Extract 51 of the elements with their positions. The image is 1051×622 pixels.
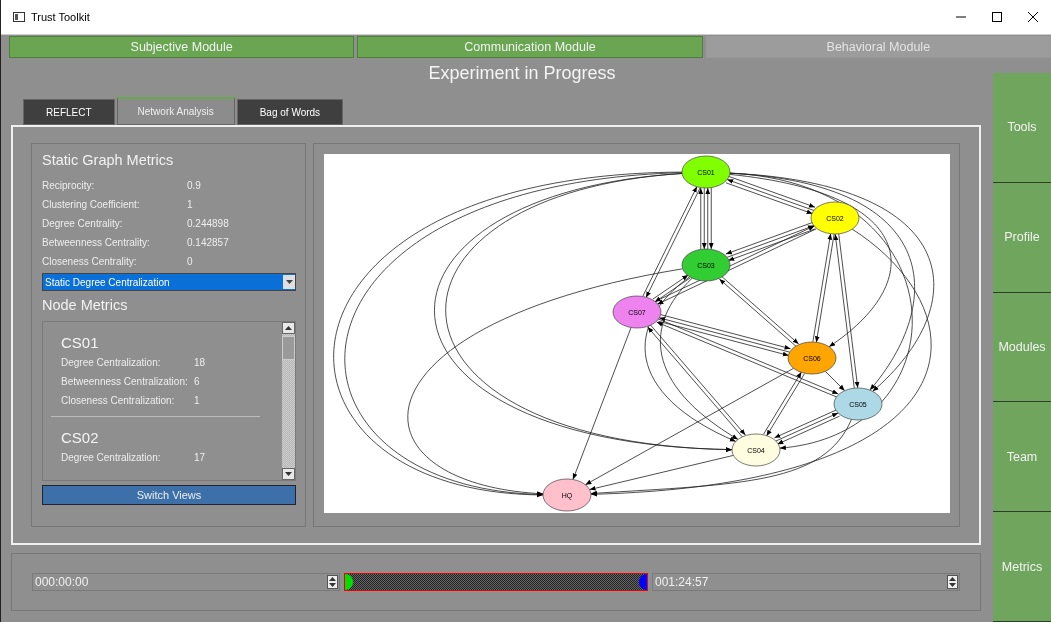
close-icon[interactable] <box>1028 12 1038 22</box>
time-range-slider[interactable] <box>344 573 648 591</box>
scrollbar[interactable] <box>282 322 295 480</box>
app-icon <box>13 12 25 22</box>
end-time-field[interactable]: 001:24:57 <box>652 573 960 591</box>
status-heading: Experiment in Progress <box>427 62 617 85</box>
dropdown-arrow-icon <box>285 280 293 284</box>
scroll-down-icon <box>285 472 292 476</box>
metric-value: 6 <box>194 376 200 387</box>
section-title: Node Metrics <box>42 297 129 313</box>
window-title: Trust Toolkit <box>31 11 91 23</box>
metric-label: Degree Centralization: <box>61 452 162 463</box>
metric-label: Reciprocity: <box>42 180 96 191</box>
metric-label: Clustering Coefficient: <box>42 199 141 210</box>
maximize-icon[interactable] <box>992 12 1002 22</box>
side-nav-button[interactable]: Modules <box>993 292 1051 403</box>
metric-value: 1 <box>194 395 200 406</box>
range-handle[interactable] <box>345 574 353 590</box>
range-handle[interactable] <box>639 574 647 590</box>
metric-label: Betweenness Centralization: <box>61 376 189 387</box>
node-name: CS01 <box>61 334 100 351</box>
view-tab[interactable]: Bag of Words <box>236 99 344 125</box>
metric-value: 0.142857 <box>187 237 229 248</box>
side-nav-button[interactable]: Metrics <box>993 512 1051 622</box>
scrollbar-thumb[interactable] <box>282 336 295 360</box>
metric-value: 18 <box>194 357 206 368</box>
switch-views-button[interactable]: Switch Views <box>42 485 296 505</box>
spin-arrows-icon <box>329 577 336 587</box>
metric-dropdown[interactable]: Static Degree Centralization <box>42 273 296 291</box>
module-tab[interactable]: Subjective Module <box>9 36 355 58</box>
metric-value: 17 <box>194 452 206 463</box>
side-nav-button[interactable]: Team <box>993 402 1051 513</box>
node-name: CS02 <box>61 429 100 446</box>
scroll-up-icon <box>285 326 292 330</box>
module-tab[interactable]: Communication Module <box>357 36 703 58</box>
metric-label: Closeness Centralization: <box>61 395 176 406</box>
metric-label: Betweenness Centrality: <box>42 237 151 248</box>
metric-label: Closeness Centrality: <box>42 256 138 267</box>
metric-label: Degree Centrality: <box>42 218 124 229</box>
metric-value: 0 <box>187 256 193 267</box>
metric-value: 0.9 <box>187 180 201 191</box>
side-nav-button[interactable]: Tools <box>993 73 1051 183</box>
metric-label: Degree Centralization: <box>61 357 162 368</box>
view-tab[interactable]: REFLECT <box>23 99 115 125</box>
spin-arrows-icon <box>949 577 956 587</box>
section-title: Static Graph Metrics <box>42 152 175 168</box>
view-tab[interactable]: Network Analysis <box>116 97 235 125</box>
metric-value: 1 <box>187 199 193 210</box>
metric-value: 0.244898 <box>187 218 229 229</box>
start-time-field[interactable]: 000:00:00 <box>32 573 340 591</box>
side-nav-button[interactable]: Profile <box>993 182 1051 293</box>
